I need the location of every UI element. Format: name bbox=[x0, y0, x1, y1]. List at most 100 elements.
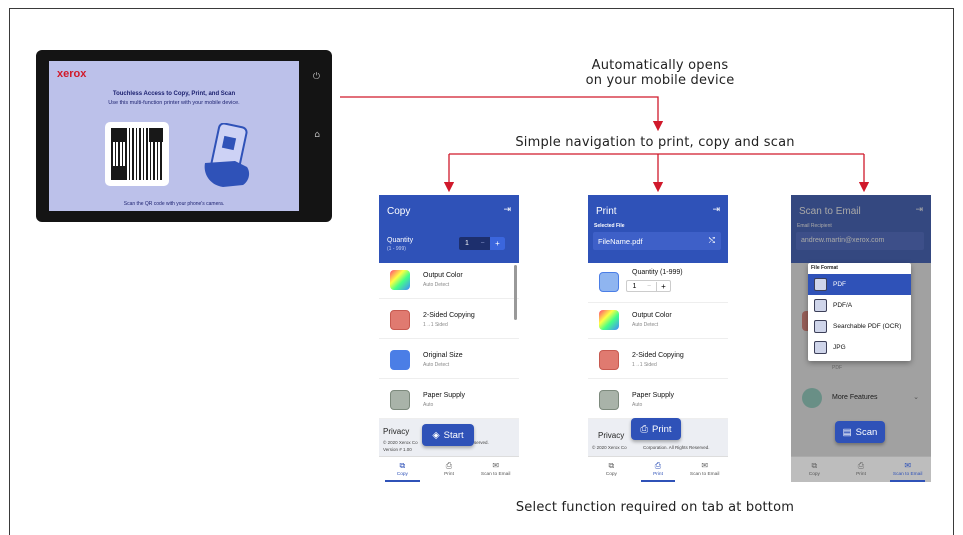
tab-label: Copy bbox=[808, 472, 820, 477]
quantity-value[interactable]: 1 bbox=[459, 240, 475, 247]
row-sub: Auto Detect bbox=[423, 362, 450, 368]
row-label: 2-Sided Copying bbox=[423, 312, 475, 319]
version-text: Version # 1.00 bbox=[383, 447, 412, 452]
qr-code[interactable] bbox=[105, 122, 169, 186]
row-output-color[interactable]: Output Color Auto Detect bbox=[379, 261, 519, 299]
tab-scan-to-email[interactable]: ✉ Scan to Email bbox=[681, 457, 728, 482]
quantity-stepper[interactable]: 1 − + bbox=[626, 280, 671, 292]
quantity-label: Quantity (1-999) bbox=[632, 269, 683, 276]
tab-scan-to-email[interactable]: ✉ Scan to Email bbox=[472, 457, 519, 482]
printer-icon: ⎙ bbox=[654, 461, 662, 470]
quantity-range: (1 - 999) bbox=[387, 246, 406, 252]
search-file-icon bbox=[814, 320, 827, 333]
privacy-link[interactable]: Privacy bbox=[598, 431, 624, 440]
duplex-icon bbox=[599, 350, 619, 370]
phone-scan-screen: Scan to Email ⇥ Email Recipient andrew.m… bbox=[791, 195, 931, 482]
row-sub: 1→1 Sided bbox=[632, 362, 657, 368]
copyright-tail: Corporation. All Rights Reserved. bbox=[643, 445, 710, 450]
tablet-screen: xerox Touchless Access to Copy, Print, a… bbox=[49, 61, 299, 211]
tab-label: Print bbox=[856, 472, 866, 477]
row-sub: Auto Detect bbox=[423, 282, 450, 288]
scrollbar[interactable] bbox=[514, 265, 517, 320]
mail-icon: ✉ bbox=[492, 461, 500, 470]
selected-file-field[interactable]: FileName.pdf ⤭ bbox=[593, 232, 721, 250]
start-button[interactable]: ◈ Start bbox=[422, 424, 474, 446]
format-option-pdfa[interactable]: PDF/A bbox=[808, 295, 911, 316]
format-label: JPG bbox=[833, 344, 846, 351]
tab-copy[interactable]: ⧉ Copy bbox=[379, 457, 426, 482]
print-header: Print ⇥ Selected File FileName.pdf ⤭ bbox=[588, 195, 728, 263]
power-icon[interactable]: ⏻ bbox=[313, 72, 320, 82]
size-icon bbox=[390, 350, 410, 370]
scan-icon: ▤ bbox=[842, 426, 852, 438]
paper-icon bbox=[390, 390, 410, 410]
bottom-tabs: ⧉ Copy ⎙ Print ✉ Scan to Email bbox=[588, 456, 728, 482]
selected-file-label: Selected File bbox=[594, 223, 625, 229]
row-2-sided[interactable]: 2-Sided Copying 1→1 Sided bbox=[588, 341, 728, 379]
format-option-pdf[interactable]: PDF bbox=[808, 274, 911, 295]
exit-icon[interactable]: ⇥ bbox=[712, 204, 720, 215]
printer-tablet: xerox Touchless Access to Copy, Print, a… bbox=[36, 50, 332, 222]
copy-icon: ⧉ bbox=[608, 461, 615, 470]
row-paper-supply[interactable]: Paper Supply Auto bbox=[588, 381, 728, 419]
row-label: Paper Supply bbox=[423, 392, 466, 399]
file-icon bbox=[814, 299, 827, 312]
tab-label: Print bbox=[653, 472, 663, 477]
paper-icon bbox=[599, 390, 619, 410]
tab-label: Scan to Email bbox=[689, 472, 720, 477]
copy-icon: ⧉ bbox=[811, 461, 818, 470]
row-label: Output Color bbox=[423, 272, 463, 279]
mail-icon: ✉ bbox=[701, 461, 709, 470]
caption-select-function: Select function required on tab at botto… bbox=[515, 500, 795, 515]
scan-button[interactable]: ▤ Scan bbox=[835, 421, 885, 443]
tab-print[interactable]: ⎙ Print bbox=[838, 457, 885, 482]
row-label: 2-Sided Copying bbox=[632, 352, 684, 359]
tab-copy[interactable]: ⧉ Copy bbox=[791, 457, 838, 482]
copyright-tail: served. bbox=[474, 440, 489, 445]
home-icon[interactable]: ⌂ bbox=[314, 130, 320, 140]
mail-icon: ✉ bbox=[904, 461, 912, 470]
copyright-text: © 2020 Xerox Co bbox=[383, 440, 418, 445]
tab-print[interactable]: ⎙ Print bbox=[426, 457, 473, 482]
row-quantity: Quantity (1-999) 1 − + bbox=[588, 263, 728, 303]
row-original-size[interactable]: Original Size Auto Detect bbox=[379, 341, 519, 379]
bottom-tabs: ⧉ Copy ⎙ Print ✉ Scan to Email bbox=[379, 456, 519, 482]
bottom-tabs: ⧉ Copy ⎙ Print ✉ Scan to Email bbox=[791, 456, 931, 482]
print-button[interactable]: ⎙ Print bbox=[631, 418, 681, 440]
quantity-icon bbox=[599, 272, 619, 292]
duplex-icon bbox=[390, 310, 410, 330]
xerox-logo: xerox bbox=[57, 68, 87, 80]
file-icon bbox=[814, 278, 827, 291]
format-option-jpg[interactable]: JPG bbox=[808, 337, 911, 358]
quantity-stepper[interactable]: 1 − + bbox=[459, 237, 505, 250]
quantity-value[interactable]: 1 bbox=[627, 283, 642, 290]
start-icon: ◈ bbox=[432, 429, 440, 441]
caption-simple-nav: Simple navigation to print, copy and sca… bbox=[515, 135, 795, 150]
printer-icon: ⎙ bbox=[445, 461, 453, 470]
plus-button[interactable]: + bbox=[656, 281, 670, 291]
phone-print-screen: Print ⇥ Selected File FileName.pdf ⤭ Qua… bbox=[588, 195, 728, 482]
exit-icon[interactable]: ⇥ bbox=[503, 204, 511, 215]
tab-print[interactable]: ⎙ Print bbox=[635, 457, 682, 482]
minus-button[interactable]: − bbox=[642, 283, 656, 290]
tab-copy[interactable]: ⧉ Copy bbox=[588, 457, 635, 482]
row-2-sided[interactable]: 2-Sided Copying 1→1 Sided bbox=[379, 301, 519, 339]
minus-button[interactable]: − bbox=[475, 240, 490, 247]
plus-button[interactable]: + bbox=[490, 237, 505, 250]
tablet-heading: Touchless Access to Copy, Print, and Sca… bbox=[112, 91, 236, 97]
tab-scan-to-email[interactable]: ✉ Scan to Email bbox=[884, 457, 931, 482]
row-output-color[interactable]: Output Color Auto Detect bbox=[588, 301, 728, 339]
privacy-link[interactable]: Privacy bbox=[383, 427, 409, 436]
copy-title: Copy bbox=[387, 206, 411, 217]
caption-line-1: Automatically opens bbox=[591, 58, 729, 73]
format-option-ocr[interactable]: Searchable PDF (OCR) bbox=[808, 316, 911, 337]
copy-icon: ⧉ bbox=[399, 461, 406, 470]
copyright-text: © 2020 Xerox Co bbox=[592, 445, 627, 450]
shuffle-icon[interactable]: ⤭ bbox=[709, 236, 715, 246]
row-label: Original Size bbox=[423, 352, 463, 359]
tab-label: Print bbox=[444, 472, 454, 477]
scan-label: Scan bbox=[855, 426, 878, 438]
caption-line-2: on your mobile device bbox=[585, 73, 735, 88]
tab-label: Scan to Email bbox=[480, 472, 511, 477]
row-paper-supply[interactable]: Paper Supply Auto bbox=[379, 381, 519, 419]
